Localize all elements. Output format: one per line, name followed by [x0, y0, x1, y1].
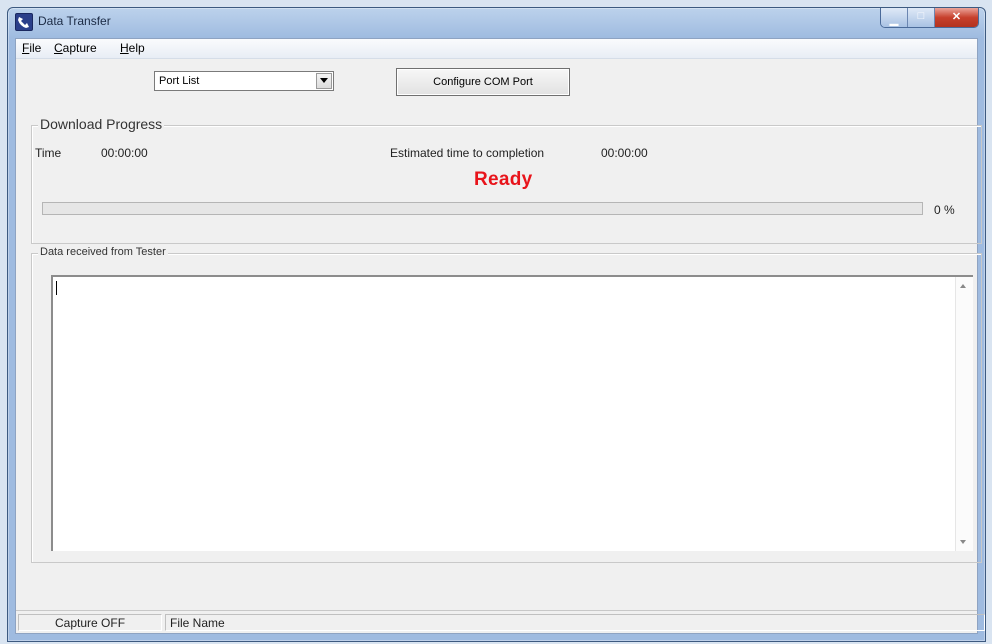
menu-bar: File Capture Help	[16, 39, 977, 59]
caption-buttons: ▁ □ ✕	[880, 8, 979, 28]
window-title: Data Transfer	[38, 14, 111, 28]
eta-value: 00:00:00	[601, 146, 648, 160]
minimize-icon: ▁	[889, 14, 899, 26]
capture-status: Capture OFF	[18, 614, 162, 631]
maximize-icon: □	[917, 10, 925, 22]
data-received-label: Data received from Tester	[38, 246, 168, 258]
configure-com-port-button[interactable]: Configure COM Port	[396, 68, 570, 96]
status-bar: Capture OFF File Name	[16, 610, 985, 633]
text-caret	[56, 281, 57, 295]
status-text: Ready	[474, 169, 533, 190]
dropdown-button[interactable]	[316, 73, 332, 89]
download-progress-bar	[42, 202, 923, 215]
menu-file[interactable]: File	[22, 41, 41, 55]
file-name-status: File Name	[165, 614, 985, 631]
client-area: File Capture Help Port List Configure CO…	[15, 38, 985, 634]
time-label: Time	[35, 146, 62, 160]
eta-label: Estimated time to completion	[390, 146, 545, 160]
menu-capture[interactable]: Capture	[54, 41, 97, 55]
menu-help[interactable]: Help	[120, 41, 145, 55]
port-list-value: Port List	[159, 75, 200, 87]
port-list-select[interactable]: Port List	[154, 71, 334, 91]
download-progress-label: Download Progress	[38, 116, 165, 132]
close-icon: ✕	[951, 11, 962, 23]
title-bar[interactable]: Data Transfer ▁ □ ✕	[8, 8, 985, 38]
chevron-down-icon	[320, 78, 328, 83]
minimize-button[interactable]: ▁	[881, 8, 908, 27]
vertical-scrollbar[interactable]	[955, 277, 973, 551]
app-window: Data Transfer ▁ □ ✕ File Capture Help Po…	[7, 7, 986, 642]
maximize-button[interactable]: □	[908, 8, 935, 27]
data-received-textarea[interactable]	[51, 275, 973, 551]
phone-icon	[15, 13, 33, 31]
close-button[interactable]: ✕	[935, 8, 978, 27]
progress-percent: 0 %	[934, 203, 955, 217]
time-value: 00:00:00	[101, 146, 148, 160]
scroll-up-icon[interactable]	[960, 284, 966, 288]
scroll-down-icon[interactable]	[960, 540, 966, 544]
